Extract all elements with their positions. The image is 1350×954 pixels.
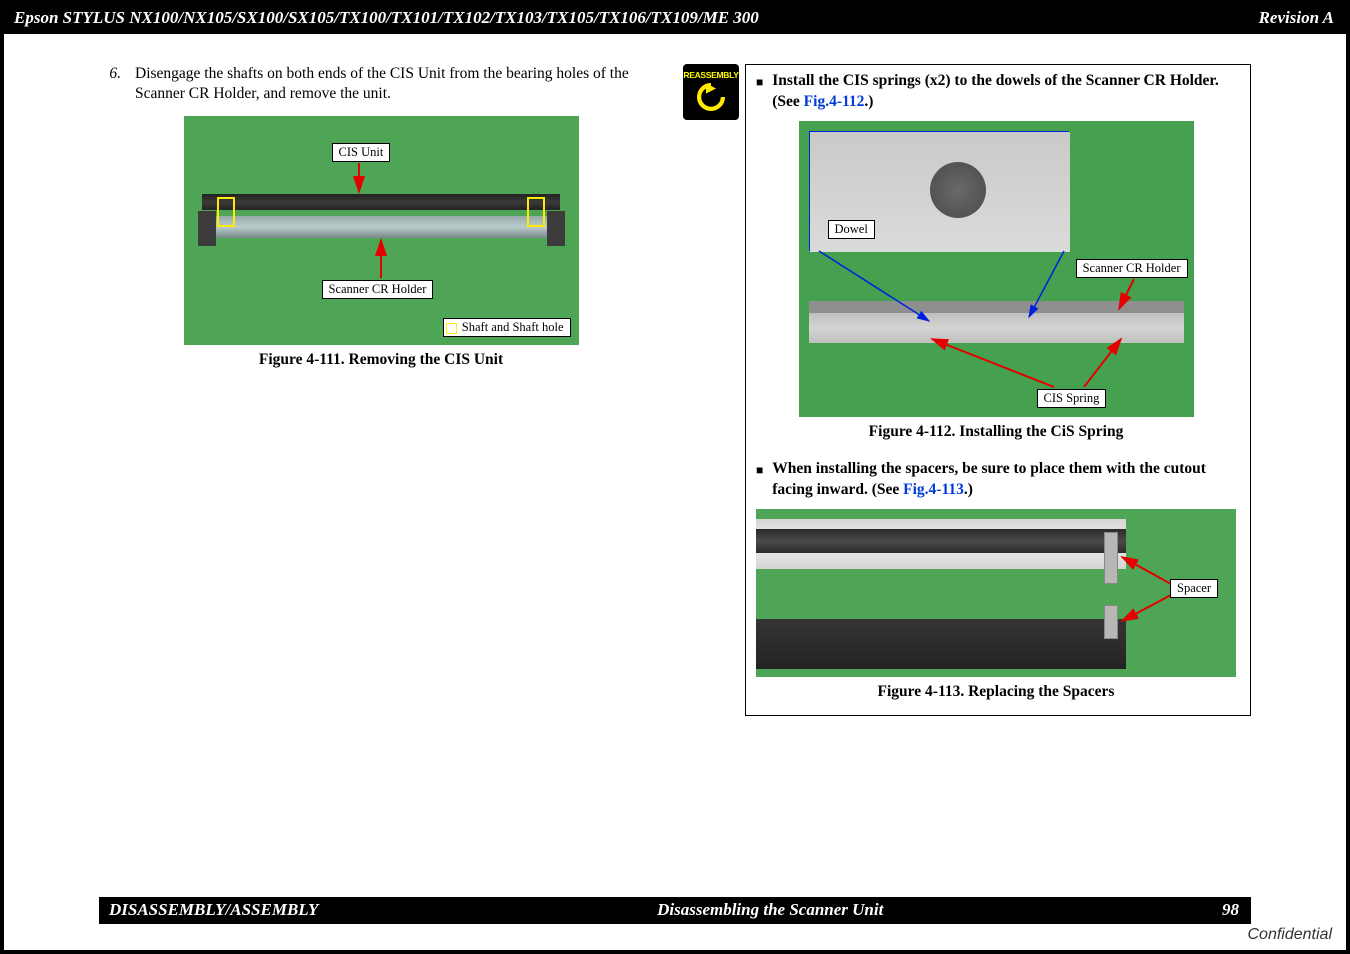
confidential-label: Confidential — [4, 924, 1346, 950]
figure-4-113-caption: Figure 4-113. Replacing the Spacers — [756, 683, 1236, 701]
bullet-2: ■ When installing the spacers, be sure t… — [756, 459, 1236, 501]
footer-subsection: Disassembling the Scanner Unit — [657, 900, 883, 920]
label-spacer: Spacer — [1170, 579, 1218, 598]
content-area: 6. Disengage the shafts on both ends of … — [4, 36, 1346, 716]
label-dowel: Dowel — [828, 220, 875, 239]
bullet-2-text: When installing the spacers, be sure to … — [772, 459, 1236, 501]
reassembly-icon: REASSEMBLY — [683, 64, 739, 120]
figure-4-111-caption: Figure 4-111. Removing the CIS Unit — [99, 351, 663, 369]
revision: Revision A — [1259, 8, 1334, 28]
figure-4-112: Dowel — [799, 121, 1194, 417]
label-shaft: Shaft and Shaft hole — [443, 318, 571, 337]
step-6: 6. Disengage the shafts on both ends of … — [99, 64, 663, 104]
bullet-square-icon: ■ — [756, 74, 763, 90]
figure-4-113: Spacer — [756, 509, 1236, 677]
bullet-1: ■ Install the CIS springs (x2) to the do… — [756, 71, 1236, 113]
label-cis-unit: CIS Unit — [332, 143, 391, 162]
footer-bar: DISASSEMBLY/ASSEMBLY Disassembling the S… — [99, 897, 1251, 924]
header-bar: Epson STYLUS NX100/NX105/SX100/SX105/TX1… — [4, 4, 1346, 36]
footer: DISASSEMBLY/ASSEMBLY Disassembling the S… — [4, 897, 1346, 950]
label-scanner-cr-holder-r: Scanner CR Holder — [1076, 259, 1188, 278]
link-fig-4-112[interactable]: Fig.4-112 — [804, 93, 865, 110]
label-cis-spring: CIS Spring — [1037, 389, 1107, 408]
bullet-1-text: Install the CIS springs (x2) to the dowe… — [772, 71, 1236, 113]
bullet-square-icon-2: ■ — [756, 462, 763, 478]
doc-title: Epson STYLUS NX100/NX105/SX100/SX105/TX1… — [14, 8, 759, 28]
left-column: 6. Disengage the shafts on both ends of … — [99, 64, 663, 716]
figure-4-111: CIS Unit Scanner CR Holder Shaft and Sha… — [184, 116, 579, 345]
reassembly-box: ■ Install the CIS springs (x2) to the do… — [745, 64, 1251, 716]
label-scanner-cr-holder: Scanner CR Holder — [322, 280, 434, 299]
reassembly-text: REASSEMBLY — [683, 70, 738, 80]
page: Epson STYLUS NX100/NX105/SX100/SX105/TX1… — [0, 0, 1350, 954]
figure-4-112-caption: Figure 4-112. Installing the CiS Spring — [756, 423, 1236, 441]
link-fig-4-113[interactable]: Fig.4-113 — [903, 481, 964, 498]
footer-page: 98 — [1222, 900, 1239, 920]
step-text: Disengage the shafts on both ends of the… — [135, 64, 663, 104]
step-number: 6. — [99, 64, 121, 104]
right-column: REASSEMBLY ■ Install the CIS springs (x2… — [683, 64, 1251, 716]
footer-section: DISASSEMBLY/ASSEMBLY — [109, 900, 318, 920]
